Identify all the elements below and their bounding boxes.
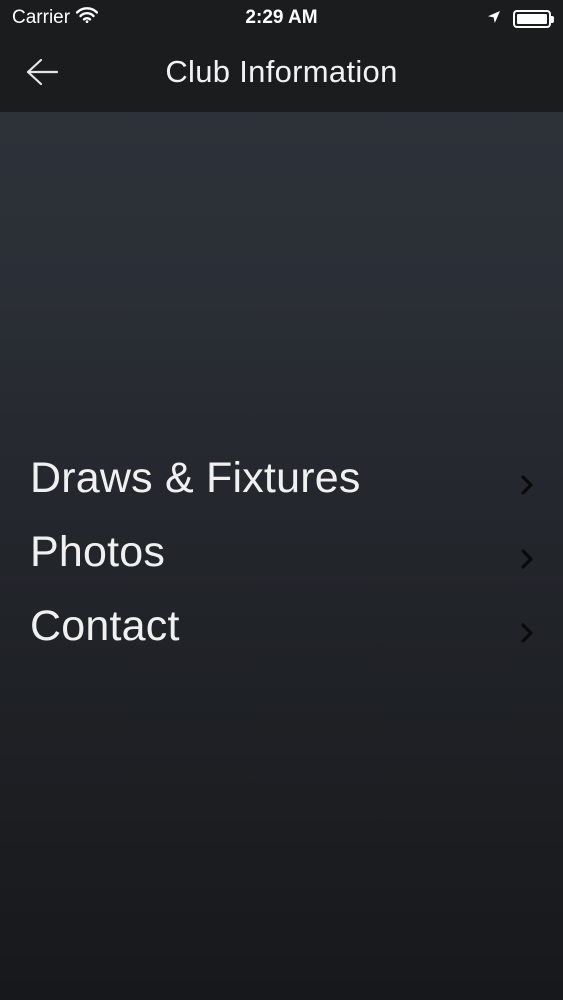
status-time: 2:29 AM [245,7,318,28]
chevron-right-icon [519,474,535,496]
location-arrow-icon [487,8,501,30]
page-title: Club Information [165,54,398,89]
status-right [487,8,554,30]
menu-item-label: Photos [30,528,166,576]
menu-item-label: Draws & Fixtures [30,454,361,502]
status-bar: Carrier 2:29 AM [0,0,563,38]
navigation-bar: Club Information [0,38,563,112]
club-information-screen: Carrier 2:29 AM Club Information Draws &… [0,0,563,1000]
chevron-right-icon [519,548,535,570]
menu-item-label: Contact [30,602,180,650]
header: Carrier 2:29 AM Club Information [0,0,563,112]
menu-item-photos[interactable]: Photos [0,516,563,590]
menu-item-draws-fixtures[interactable]: Draws & Fixtures [0,442,563,516]
chevron-right-icon [519,622,535,644]
battery-icon [513,10,554,28]
menu-item-contact[interactable]: Contact [0,590,563,664]
menu-list: Draws & Fixtures Photos Contact [0,442,563,664]
